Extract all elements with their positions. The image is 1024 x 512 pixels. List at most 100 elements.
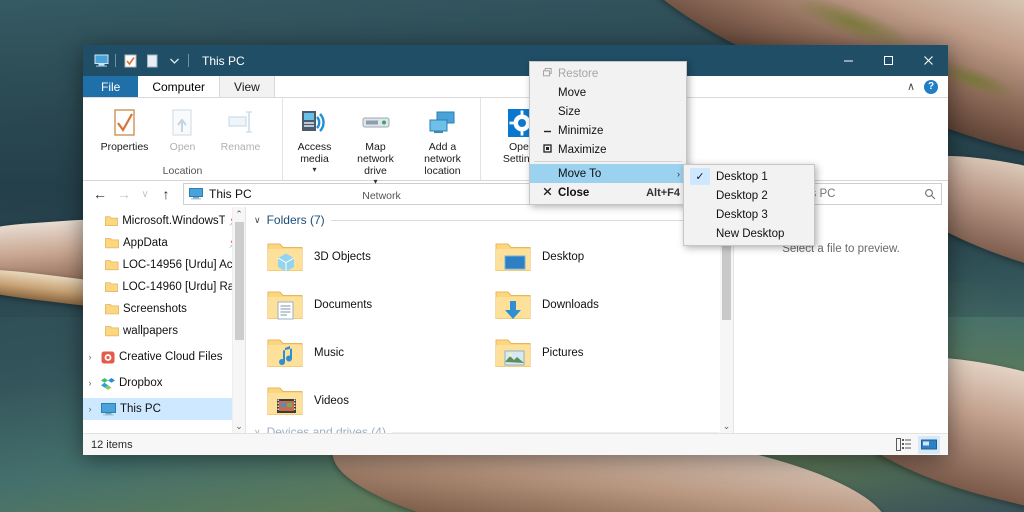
- large-icons-view-button[interactable]: [918, 436, 940, 454]
- folder-name: Videos: [314, 395, 349, 407]
- move-to-submenu: ✓ Desktop 1 Desktop 2 Desktop 3 New Desk…: [683, 164, 815, 246]
- ribbon-tabstrip-right: ∧ ?: [907, 76, 948, 97]
- sidebar-item-appdata[interactable]: AppData 📌: [83, 232, 245, 254]
- sidebar-item-label: Creative Cloud Files: [119, 351, 223, 363]
- folder-item-pictures[interactable]: Pictures: [490, 329, 718, 377]
- tab-file[interactable]: File: [83, 76, 138, 97]
- access-media-button[interactable]: Access media ▾: [286, 104, 344, 177]
- menu-item-move[interactable]: Move: [530, 83, 686, 102]
- sidebar-item-screenshots[interactable]: Screenshots: [83, 298, 245, 320]
- properties-icon[interactable]: [119, 50, 141, 72]
- map-network-drive-label: Map network drive: [346, 141, 406, 177]
- details-view-button[interactable]: [892, 436, 914, 454]
- ribbon-group-location: Properties Open: [83, 98, 283, 180]
- large-icons-view-icon: [921, 438, 937, 451]
- forward-button[interactable]: →: [113, 183, 135, 205]
- map-network-drive-icon: [360, 107, 392, 139]
- collapse-devices-group-icon[interactable]: ∨: [254, 427, 261, 434]
- menu-item-restore[interactable]: Restore: [530, 64, 686, 83]
- sidebar-scrollbar[interactable]: ⌃ ⌄: [232, 207, 245, 433]
- quick-access-toolbar: [83, 50, 192, 72]
- downloads-folder-icon: [494, 288, 532, 322]
- open-label: Open: [170, 141, 196, 153]
- tab-computer[interactable]: Computer: [138, 76, 220, 97]
- add-network-location-button[interactable]: Add a network location: [408, 104, 478, 180]
- minimize-button[interactable]: [828, 45, 868, 76]
- recent-locations-button[interactable]: ∨: [137, 183, 153, 205]
- expand-chevron-icon[interactable]: ›: [83, 378, 97, 388]
- menu-item-move-to[interactable]: Move To ›: [530, 164, 686, 183]
- sidebar-item-loc-14960[interactable]: LOC-14960 [Urdu] Rand: [83, 276, 245, 298]
- menu-item-label: Restore: [558, 68, 680, 80]
- menu-item-label: Size: [558, 106, 680, 118]
- menu-item-size[interactable]: Size: [530, 102, 686, 121]
- videos-folder-icon: [266, 384, 304, 418]
- folder-item-documents[interactable]: Documents: [262, 281, 490, 329]
- collapse-group-icon[interactable]: ∨: [254, 215, 261, 226]
- back-button[interactable]: ←: [89, 183, 111, 205]
- help-icon[interactable]: ?: [924, 80, 938, 94]
- folder-item-music[interactable]: Music: [262, 329, 490, 377]
- folder-name: Documents: [314, 299, 372, 311]
- sidebar-item-label: AppData: [123, 237, 168, 249]
- scroll-up-icon[interactable]: ⌃: [235, 207, 243, 221]
- folder-icon: [105, 325, 119, 337]
- folder-name: Downloads: [542, 299, 599, 311]
- folder-item-3d-objects[interactable]: 3D Objects: [262, 233, 490, 281]
- qat-separator: [115, 54, 116, 67]
- scrollbar-thumb[interactable]: [235, 222, 244, 340]
- sidebar-item-creative-cloud-files[interactable]: › Creative Cloud Files: [83, 346, 245, 368]
- submenu-item-desktop-3[interactable]: Desktop 3: [684, 205, 814, 224]
- sidebar-item-wallpapers[interactable]: wallpapers: [83, 320, 245, 342]
- search-box[interactable]: is PC: [802, 183, 942, 205]
- title-bar[interactable]: This PC: [83, 45, 948, 76]
- submenu-item-new-desktop[interactable]: New Desktop: [684, 224, 814, 243]
- expand-chevron-icon[interactable]: ›: [83, 352, 97, 362]
- folders-group-header[interactable]: ∨ Folders (7): [246, 207, 733, 229]
- submenu-item-desktop-2[interactable]: Desktop 2: [684, 186, 814, 205]
- collapse-ribbon-icon[interactable]: ∧: [907, 80, 915, 93]
- maximize-button[interactable]: [868, 45, 908, 76]
- creative-cloud-icon: [101, 351, 115, 364]
- sidebar-item-this-pc[interactable]: › This PC: [83, 398, 245, 420]
- sidebar-item-dropbox[interactable]: › Dropbox: [83, 372, 245, 394]
- status-bar: 12 items: [83, 433, 948, 455]
- menu-item-close[interactable]: Close Alt+F4: [530, 183, 686, 202]
- open-button[interactable]: Open: [154, 104, 212, 156]
- menu-item-label: Minimize: [558, 125, 680, 137]
- folder-item-downloads[interactable]: Downloads: [490, 281, 718, 329]
- devices-group-label: Devices and drives (4): [267, 425, 386, 433]
- map-network-drive-button[interactable]: Map network drive ▾: [344, 104, 408, 189]
- window-title: This PC: [202, 54, 245, 68]
- 3d-objects-folder-icon: [266, 240, 304, 274]
- up-button[interactable]: ↑: [155, 183, 177, 205]
- scroll-down-icon[interactable]: ⌄: [723, 419, 731, 433]
- properties-button[interactable]: Properties: [96, 104, 154, 156]
- menu-item-label: Close: [558, 187, 636, 199]
- rename-button[interactable]: Rename: [212, 104, 270, 156]
- scroll-down-icon[interactable]: ⌄: [235, 419, 243, 433]
- pictures-folder-icon: [494, 336, 532, 370]
- this-pc-icon[interactable]: [90, 50, 112, 72]
- menu-item-maximize[interactable]: Maximize: [530, 140, 686, 159]
- customize-qat-icon[interactable]: [163, 50, 185, 72]
- submenu-item-desktop-1[interactable]: ✓ Desktop 1: [684, 167, 814, 186]
- sidebar-item-loc-14956[interactable]: LOC-14956 [Urdu] Acco: [83, 254, 245, 276]
- tab-view[interactable]: View: [220, 76, 275, 97]
- sidebar-item-seagate-expansion-drive[interactable]: › Seagate Expansion Drive (: [83, 430, 245, 433]
- devices-group-header[interactable]: ∨ Devices and drives (4): [246, 419, 733, 433]
- map-network-drive-dropdown-icon[interactable]: ▾: [373, 177, 377, 186]
- submenu-arrow-icon: ›: [671, 169, 680, 179]
- access-media-dropdown-icon[interactable]: ▾: [312, 165, 316, 174]
- folder-item-videos[interactable]: Videos: [262, 377, 490, 425]
- sidebar-item-microsoft-windowste[interactable]: Microsoft.WindowsTe 📌: [83, 210, 245, 232]
- menu-item-label: Move: [558, 87, 680, 99]
- folder-tiles: 3D Objects Desktop: [246, 229, 733, 425]
- close-button[interactable]: [908, 45, 948, 76]
- details-view-icon: [896, 438, 911, 451]
- new-folder-icon[interactable]: [141, 50, 163, 72]
- minimize-icon: [536, 125, 558, 137]
- menu-separator: [534, 161, 682, 162]
- menu-item-minimize[interactable]: Minimize: [530, 121, 686, 140]
- expand-chevron-icon[interactable]: ›: [83, 404, 97, 414]
